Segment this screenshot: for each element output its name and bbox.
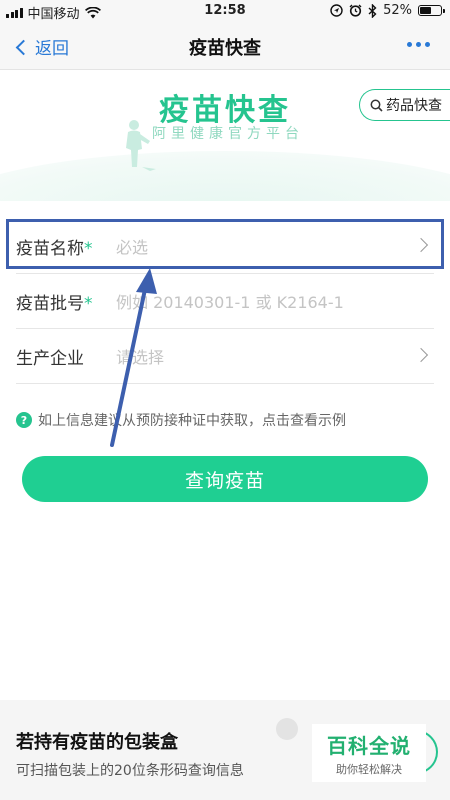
banner: 疫苗快查 阿里健康官方平台 药品快查 [0,71,450,201]
scan-card-subtitle: 可扫描包装上的20位条形码查询信息 [16,763,244,779]
banner-subtitle: 阿里健康官方平台 [152,126,304,142]
nav-bar: 返回 疫苗快查 [0,22,450,70]
watermark-sub-text: 助你轻松解决 [336,762,402,776]
scan-card-title: 若持有疫苗的包装盒 [16,732,178,753]
batch-number-input[interactable]: 例如 20140301-1 或 K2164-1 [116,289,434,313]
query-vaccine-button[interactable]: 查询疫苗 [22,456,428,502]
drug-check-button[interactable]: 药品快查 [359,89,450,121]
batch-number-row[interactable]: 疫苗批号* 例如 20140301-1 或 K2164-1 [16,274,434,329]
annotation-highlight-box [6,219,444,269]
battery-percent: 52% [383,3,412,18]
more-icon[interactable] [407,42,430,47]
battery-icon [418,5,445,16]
watermark-logo: 百科全说 助你轻松解决 [312,724,426,782]
manufacturer-row[interactable]: 生产企业 请选择 [16,329,434,384]
manufacturer-select[interactable]: 请选择 [116,344,434,368]
scan-package-card[interactable]: 若持有疫苗的包装盒 可扫描包装上的20位条形码查询信息 百科全说 助你轻松解决 [0,700,450,800]
search-icon [370,99,383,112]
banner-wave-decoration [0,151,450,201]
location-icon [330,4,343,17]
example-hint-link[interactable]: ? 如上信息建议从预防接种证中获取，点击查看示例 [16,410,346,430]
drug-check-label: 药品快查 [386,98,442,114]
alarm-icon [349,4,362,17]
batch-number-label: 疫苗批号* [16,293,93,314]
bluetooth-icon [368,3,377,18]
hint-text: 如上信息建议从预防接种证中获取，点击查看示例 [38,413,346,429]
decorative-circle [276,718,298,740]
watermark-main-text: 百科全说 [327,733,411,758]
help-icon: ? [16,412,32,428]
page-title: 疫苗快查 [189,38,261,59]
manufacturer-label: 生产企业 [16,348,84,369]
status-bar: 中国移动 12:58 52% [0,0,450,22]
